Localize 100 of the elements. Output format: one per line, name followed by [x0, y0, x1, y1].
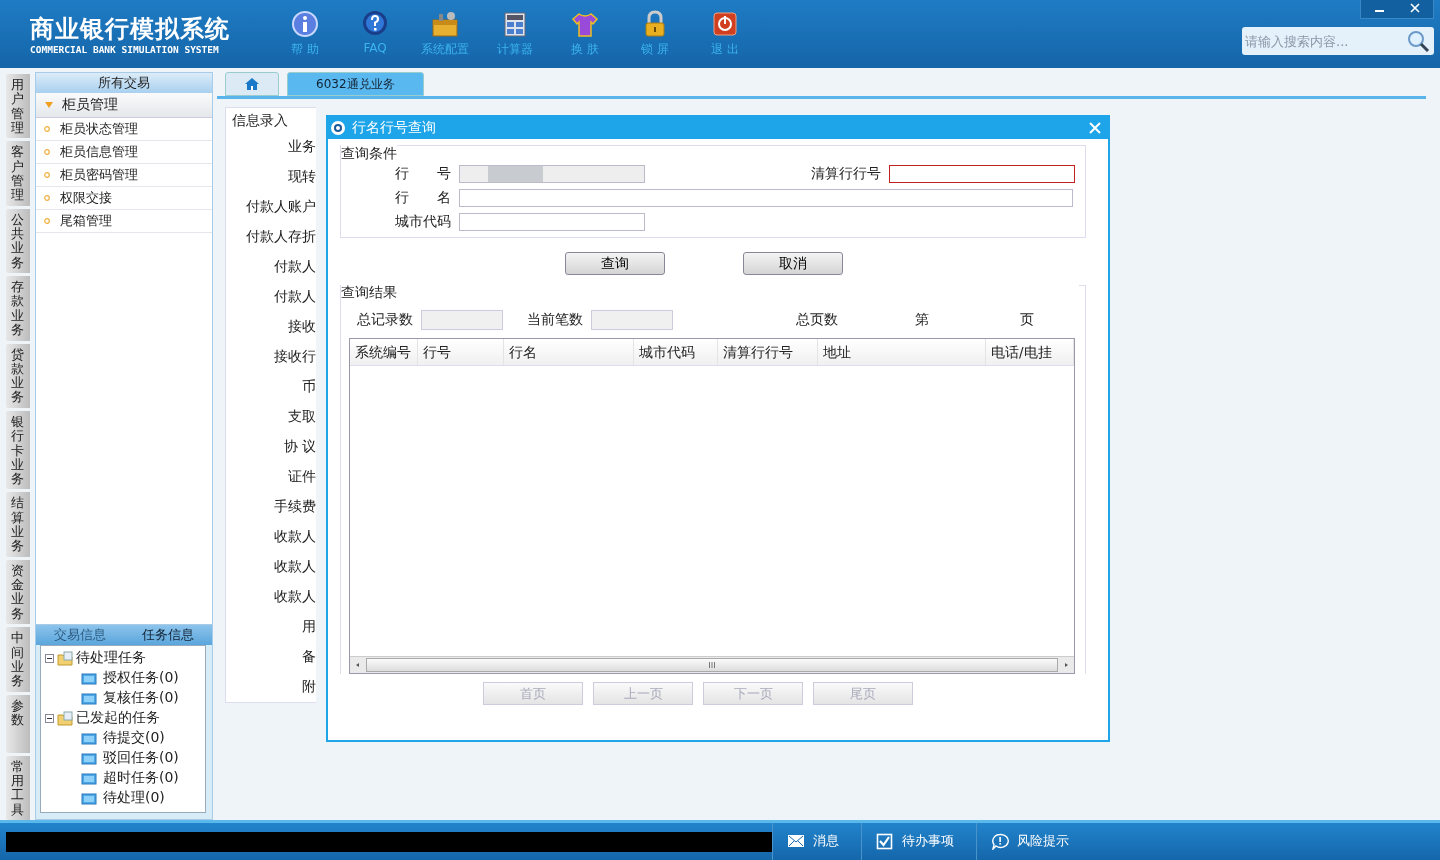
- column-header[interactable]: 行名: [504, 339, 634, 365]
- field-label: 付款人账户: [246, 198, 316, 216]
- tree-node[interactable]: 超时任务(0): [45, 768, 201, 788]
- dialog-button[interactable]: 查询: [565, 252, 665, 275]
- field-label: 接收: [288, 318, 316, 336]
- page-label: 页: [1018, 311, 1035, 329]
- input-field[interactable]: [459, 213, 645, 231]
- folder-icon: [81, 790, 97, 806]
- side-tab[interactable]: 中间业务: [6, 627, 30, 692]
- folder-icon: [57, 710, 73, 726]
- side-tab[interactable]: 参数: [6, 694, 30, 753]
- field-label: 收款人: [274, 558, 316, 576]
- count-label: 总记录数: [357, 311, 413, 329]
- field-label: 现转: [288, 168, 316, 186]
- status-button[interactable]: 消息: [772, 823, 861, 860]
- mail-icon: [787, 833, 805, 850]
- column-header[interactable]: 行号: [418, 339, 504, 365]
- toolbox-icon: [431, 10, 459, 38]
- home-tab[interactable]: [225, 72, 279, 96]
- home-icon: [244, 77, 260, 91]
- field-label: 付款人: [274, 258, 316, 276]
- bullet-icon: [44, 126, 50, 132]
- status-button[interactable]: 待办事项: [861, 823, 976, 860]
- side-tab[interactable]: 银行卡业务: [6, 410, 30, 490]
- column-header[interactable]: 地址: [818, 339, 986, 365]
- folder-icon: [81, 750, 97, 766]
- side-tab[interactable]: 用户管理: [6, 74, 30, 139]
- tree-node[interactable]: 复核任务(0): [45, 688, 201, 708]
- power-icon: [711, 10, 739, 38]
- tree-node[interactable]: 授权任务(0): [45, 668, 201, 688]
- collapse-icon[interactable]: [45, 713, 54, 723]
- help-icon: [361, 10, 389, 38]
- grip-icon: [708, 662, 716, 668]
- input-field[interactable]: [889, 165, 1075, 183]
- column-header[interactable]: 清算行行号: [718, 339, 818, 365]
- app-title: 商业银行模拟系统: [30, 13, 231, 44]
- folder-icon: [81, 670, 97, 686]
- panel-tab[interactable]: 任务信息: [124, 625, 212, 645]
- page-label: 总页数: [794, 311, 839, 329]
- scroll-left-icon[interactable]: [354, 661, 362, 669]
- close-icon[interactable]: [1088, 121, 1102, 135]
- side-tab[interactable]: 资金业务: [6, 559, 30, 625]
- field-label: 用: [302, 618, 316, 636]
- input-field[interactable]: [459, 165, 645, 183]
- status-button[interactable]: 风险提示: [976, 823, 1091, 860]
- field-label: 支取: [288, 408, 316, 426]
- menu-item[interactable]: 柜员状态管理: [36, 118, 212, 141]
- section-title: 信息录入: [232, 112, 289, 130]
- field-label: 手续费: [274, 498, 316, 516]
- tab[interactable]: 6032通兑业务: [287, 72, 424, 96]
- folder-icon: [81, 770, 97, 786]
- menu-item[interactable]: 尾箱管理: [36, 210, 212, 233]
- bullet-icon: [44, 195, 50, 201]
- dialog-button[interactable]: 取消: [743, 252, 843, 275]
- side-tab[interactable]: 公共业务: [6, 208, 30, 274]
- collapse-icon[interactable]: [45, 653, 54, 663]
- tree-node[interactable]: 待处理(0): [45, 788, 201, 808]
- field-label: 附: [302, 678, 316, 696]
- side-tab[interactable]: 常用工具: [6, 755, 30, 820]
- field-label: 证件: [288, 468, 316, 486]
- side-tab[interactable]: 贷款业务: [6, 343, 30, 408]
- dialog-title: 行名行号查询: [352, 119, 437, 137]
- side-tab[interactable]: 客户管理: [6, 141, 30, 206]
- field-label: 付款人: [274, 288, 316, 306]
- scroll-right-icon[interactable]: [1062, 661, 1070, 669]
- search-field[interactable]: 请输入搜索内容...: [1242, 27, 1434, 55]
- tree-node[interactable]: 待处理任务: [45, 648, 201, 668]
- tree-node[interactable]: 待提交(0): [45, 728, 201, 748]
- calculator-icon: [501, 10, 529, 38]
- side-tab[interactable]: 结算业务: [6, 492, 30, 557]
- bullet-icon: [44, 218, 50, 224]
- checkbox-icon: [876, 833, 894, 850]
- shirt-icon: [571, 10, 599, 38]
- menu-item[interactable]: 权限交接: [36, 187, 212, 210]
- column-header[interactable]: 系统编号: [350, 339, 418, 365]
- tree-node[interactable]: 已发起的任务: [45, 708, 201, 728]
- side-tab[interactable]: 存款业务: [6, 276, 30, 341]
- horizontal-scrollbar[interactable]: [350, 656, 1074, 673]
- column-header[interactable]: 城市代码: [634, 339, 718, 365]
- search-icon[interactable]: [1406, 29, 1430, 53]
- input-field[interactable]: [459, 189, 1073, 207]
- bullet-icon: [44, 172, 50, 178]
- tree-node[interactable]: 驳回任务(0): [45, 748, 201, 768]
- field-label: 业务: [288, 138, 316, 156]
- info-icon: [291, 10, 319, 38]
- scrollbar-thumb[interactable]: [366, 658, 1058, 672]
- field-label: 行 名: [394, 189, 451, 207]
- menu-item[interactable]: 柜员密码管理: [36, 164, 212, 187]
- app-subtitle: COMMERCIAL BANK SIMULATION SYSTEM: [30, 43, 220, 55]
- speech-bubble-icon: [991, 833, 1009, 850]
- folder-icon: [81, 690, 97, 706]
- folder-icon: [81, 730, 97, 746]
- column-header[interactable]: 电话/电挂: [986, 339, 1074, 365]
- field-label: 付款人存折: [246, 228, 316, 246]
- folder-icon: [57, 650, 73, 666]
- field-label: 清算行行号: [811, 165, 881, 183]
- menu-group[interactable]: 柜员管理: [36, 93, 212, 118]
- menu-item[interactable]: 柜员信息管理: [36, 141, 212, 164]
- field-label: 接收行: [274, 348, 316, 366]
- field-label: 城市代码: [394, 213, 451, 231]
